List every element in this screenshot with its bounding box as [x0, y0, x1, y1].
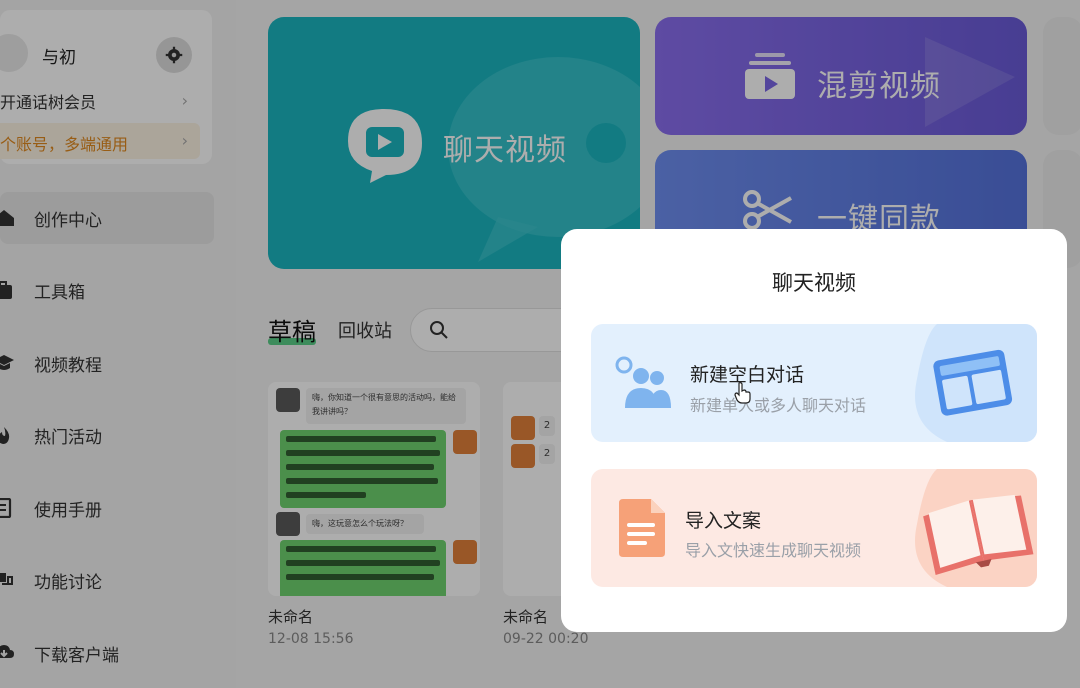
document-icon — [619, 499, 665, 557]
option-title: 导入文案 — [685, 510, 762, 532]
new-blank-chat-option[interactable]: 新建空白对话 新建单人或多人聊天对话 — [591, 324, 1037, 442]
import-script-option[interactable]: 导入文案 导入文快速生成聊天视频 — [591, 469, 1037, 587]
users-icon — [615, 356, 671, 408]
chat-video-dialog: 聊天视频 新建空白对话 新建单人或多人聊天对话 导入文案 导入文快速生成聊天视频 — [561, 229, 1067, 632]
option-description: 导入文快速生成聊天视频 — [685, 541, 862, 560]
dialog-title: 聊天视频 — [772, 271, 856, 295]
option-description: 新建单人或多人聊天对话 — [690, 396, 867, 415]
window-illustration-icon — [915, 324, 1037, 442]
open-book-icon — [915, 469, 1037, 587]
hand-cursor-icon — [734, 382, 751, 404]
